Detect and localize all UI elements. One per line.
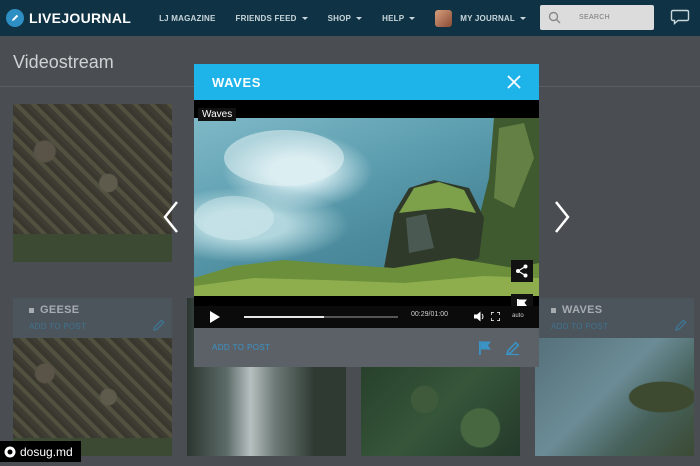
livejournal-logo[interactable]: LIVEJOURNAL [6,9,131,27]
square-icon [551,307,556,313]
video-player[interactable]: Waves 00:29/01:00 auto [194,100,539,328]
page-title: Videostream [13,52,114,72]
progress-fill [244,316,325,318]
thumbnail-grass [13,234,172,262]
flag-icon[interactable] [477,340,493,356]
share-icon [516,264,528,278]
caret-down-icon [409,16,416,20]
camera-icon [4,446,16,457]
nav-friends-feed[interactable]: FRIENDS FEED [236,14,308,23]
watermark-text: dosug.md [20,444,73,459]
volume-icon[interactable] [474,311,485,322]
watermark-badge: dosug.md [0,441,81,462]
card-title-text: GEESE [40,304,80,316]
video-card-header-geese: GEESE ADD TO POST [13,298,172,338]
edit-pencil-icon[interactable] [505,340,521,356]
caret-down-icon [519,16,526,20]
video-thumbnail-geese[interactable] [13,338,172,456]
nav-help[interactable]: HELP [382,13,416,23]
card-title-text: WAVES [562,304,603,316]
nav-my-journal[interactable]: MY JOURNAL [435,9,526,27]
logo-text: LIVEJOURNAL [29,10,132,26]
video-thumbnail-geese-featured[interactable] [13,104,172,262]
add-to-post-link[interactable]: ADD TO POST [212,343,270,352]
time-display: 00:29/01:00 [411,311,448,318]
player-controls: 00:29/01:00 auto [194,306,539,328]
square-icon [29,307,34,313]
video-frame [194,118,539,296]
video-modal: WAVES Waves 00:29/01:00 auto ADD TO POST [194,64,539,367]
video-thumbnail-forest[interactable] [361,362,520,456]
fullscreen-icon[interactable] [491,312,500,321]
close-icon[interactable] [507,75,521,89]
user-avatar [435,9,453,27]
search-icon [548,11,561,24]
caret-down-icon [356,16,363,20]
previous-arrow-icon[interactable] [162,200,180,234]
modal-footer: ADD TO POST [194,328,539,367]
nav-lj-magazine[interactable]: LJ MAGAZINE [159,14,215,23]
edit-pencil-icon[interactable] [152,318,166,332]
nav-label: FRIENDS FEED [235,13,297,23]
search-placeholder: SEARCH [579,14,610,21]
nav-label: MY JOURNAL [460,13,515,23]
modal-header: WAVES [194,64,539,100]
main-nav: LJ MAGAZINE FRIENDS FEED SHOP HELP MY JO… [159,0,546,36]
nav-shop[interactable]: SHOP [327,13,363,23]
nav-label: LJ MAGAZINE [159,13,216,23]
search-input[interactable]: SEARCH [540,5,654,30]
modal-title: WAVES [212,75,261,90]
video-scene-graphic [194,118,539,296]
video-card-header-waves: WAVES ADD TO POST [535,298,694,338]
add-to-post-link[interactable]: ADD TO POST [29,322,86,331]
quality-selector[interactable]: auto [512,313,524,319]
top-navigation-bar: LIVEJOURNAL LJ MAGAZINE FRIENDS FEED SHO… [0,0,700,36]
next-arrow-icon[interactable] [553,200,571,234]
nav-label: HELP [382,13,405,23]
add-to-post-link[interactable]: ADD TO POST [551,322,608,331]
pencil-logo-icon [6,9,24,27]
messages-icon[interactable] [670,9,690,25]
caret-down-icon [301,16,308,20]
progress-bar[interactable] [244,316,398,318]
play-icon[interactable] [210,311,220,323]
card-title: WAVES [551,304,602,316]
edit-pencil-icon[interactable] [674,318,688,332]
share-button[interactable] [511,260,533,282]
nav-label: SHOP [327,13,352,23]
card-title: GEESE [29,304,79,316]
video-thumbnail-waves[interactable] [535,338,694,456]
video-title-overlay: Waves [198,108,237,121]
